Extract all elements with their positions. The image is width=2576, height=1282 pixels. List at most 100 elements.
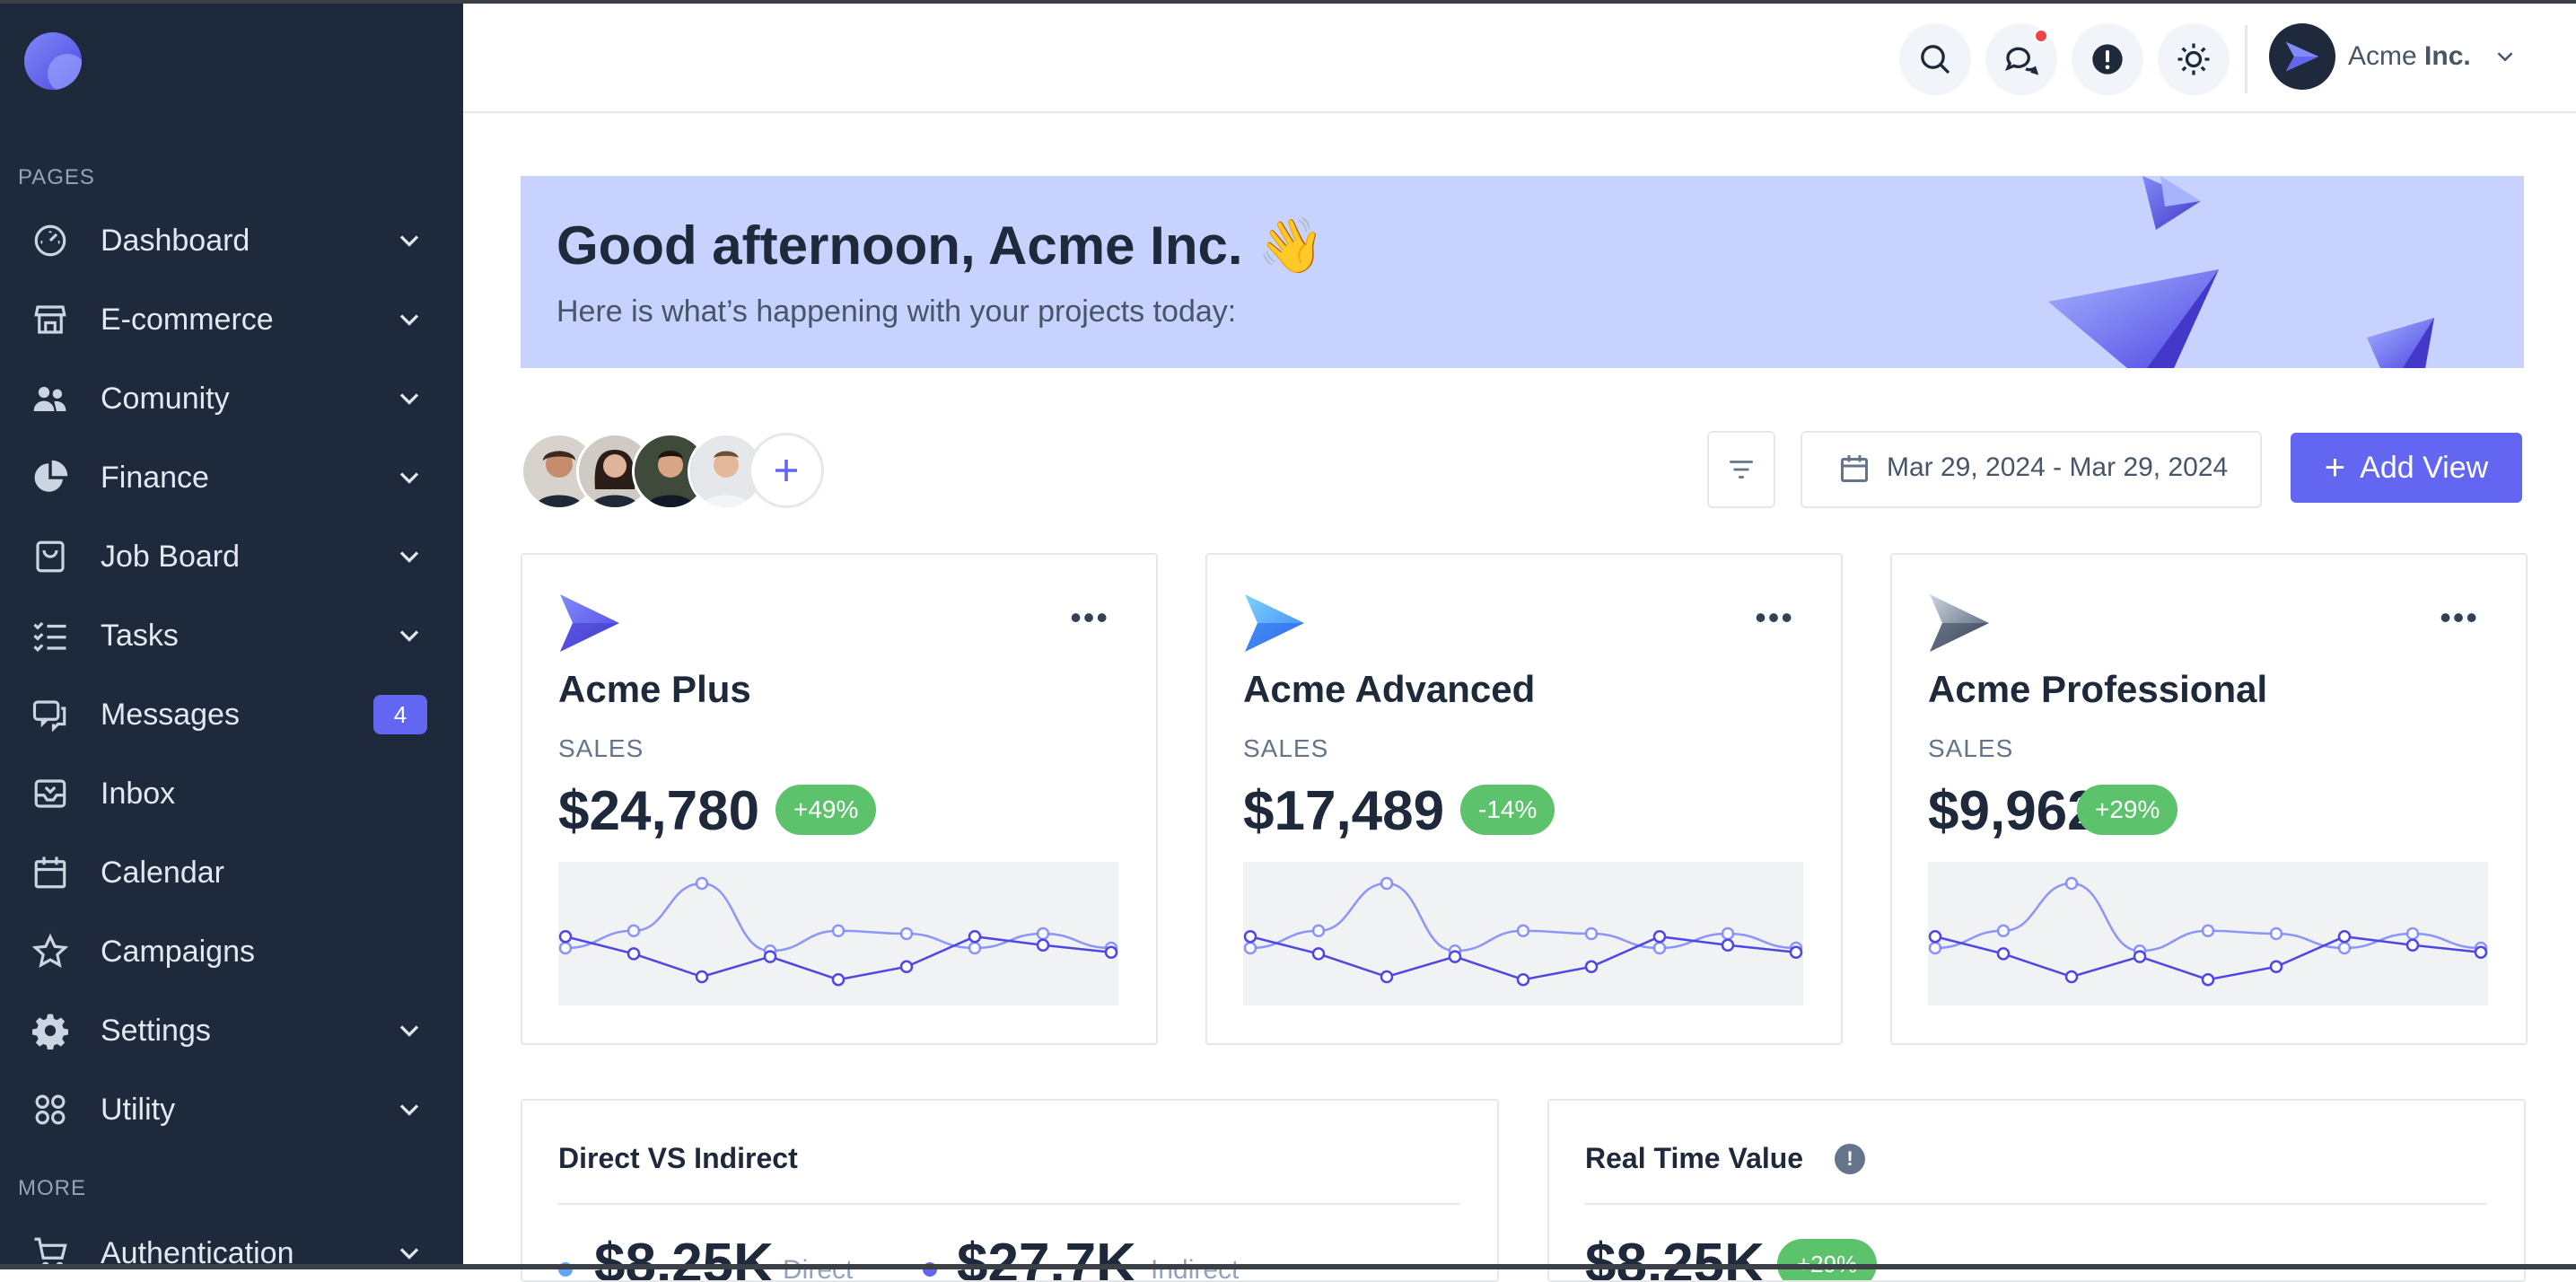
search-button[interactable] — [1899, 23, 1971, 95]
current-series-point — [1721, 938, 1735, 953]
chevron-down-icon[interactable] — [2492, 43, 2519, 70]
real-time-value-panel: Real Time Value ! $8.25K +29% — [1547, 1099, 2526, 1282]
card-title: Acme Plus — [558, 668, 751, 710]
sidebar-item-settings[interactable]: Settings — [0, 995, 463, 1067]
previous-series-line — [565, 882, 1112, 953]
add-view-button[interactable]: + Add View — [2291, 433, 2522, 503]
previous-series-point — [2064, 876, 2079, 891]
app-logo[interactable] — [24, 32, 82, 90]
filter-icon — [1730, 461, 1753, 479]
current-series-point — [2064, 970, 2079, 984]
sidebar-item-tasks[interactable]: Tasks — [0, 600, 463, 672]
previous-series-point — [1996, 924, 2011, 938]
more-options-icon[interactable]: ••• — [1755, 601, 1794, 634]
inbox-icon — [31, 774, 70, 813]
product-card-acme-professional: ••• Acme Professional SALES $9,962 +29% — [1890, 553, 2528, 1045]
previous-series-point — [1380, 876, 1394, 891]
paper-plane-icon — [1245, 594, 1304, 652]
user-name-regular: Acme — [2348, 41, 2425, 71]
previous-series-point — [2337, 941, 2352, 955]
users-icon — [31, 379, 70, 418]
sidebar-item-job-board[interactable]: Job Board — [0, 521, 463, 593]
current-series-point — [1996, 947, 2011, 961]
sun-icon — [2177, 43, 2210, 75]
previous-series-point — [2269, 926, 2283, 941]
section-label-pages: PAGES — [18, 165, 95, 189]
sidebar-item-messages[interactable]: Messages 4 — [0, 679, 463, 751]
unread-count-badge: 4 — [373, 695, 427, 734]
sidebar-item-label: Finance — [101, 460, 209, 495]
sidebar-item-campaigns[interactable]: Campaigns — [0, 916, 463, 988]
current-series-point — [831, 972, 846, 987]
star-icon — [31, 932, 70, 971]
paper-plane-icon — [2285, 41, 2319, 72]
previous-series-point — [968, 941, 982, 955]
search-icon — [1921, 45, 1950, 75]
current-series-point — [1652, 929, 1667, 944]
current-series-point — [968, 929, 982, 944]
team-avatars — [521, 433, 826, 510]
store-icon — [31, 300, 70, 339]
sidebar-item-dashboard[interactable]: Dashboard — [0, 205, 463, 277]
sidebar-item-label: Comunity — [101, 381, 230, 416]
chevron-down-icon — [399, 393, 419, 405]
previous-series-point — [626, 924, 641, 938]
sidebar-item-label: Job Board — [101, 539, 240, 574]
previous-series-point — [2405, 926, 2420, 941]
chevron-down-icon — [399, 630, 419, 642]
card-title: Acme Professional — [1928, 668, 2268, 710]
user-menu-label[interactable]: Acme Inc. — [2348, 41, 2471, 72]
card-value: $24,780 — [558, 780, 760, 842]
plus-icon: + — [2324, 447, 2346, 487]
filter-button[interactable] — [1707, 431, 1775, 508]
user-name-bold: Inc. — [2424, 41, 2471, 71]
change-badge: -14% — [1460, 785, 1555, 835]
previous-series-point — [1311, 924, 1326, 938]
current-series-point — [1243, 929, 1257, 944]
messages-button[interactable] — [1985, 23, 2057, 95]
theme-toggle-button[interactable] — [2158, 23, 2230, 95]
current-series-point — [899, 960, 914, 974]
current-series-point — [1311, 947, 1326, 961]
plus-icon — [775, 460, 797, 481]
card-title: Acme Advanced — [1243, 668, 1536, 710]
sales-sparkline — [558, 862, 1118, 1005]
current-series-point — [1584, 960, 1599, 974]
more-options-icon[interactable]: ••• — [1070, 601, 1109, 634]
previous-series-point — [558, 941, 573, 955]
user-avatar[interactable] — [2269, 23, 2335, 90]
calendar-icon — [31, 853, 70, 892]
current-series-point — [2405, 938, 2420, 953]
sidebar-item-label: Authentication — [101, 1235, 294, 1265]
sidebar-item-finance[interactable]: Finance — [0, 442, 463, 514]
direct-value: $8.25K — [594, 1233, 774, 1282]
panel-title: Real Time Value — [1585, 1142, 1804, 1174]
current-series-point — [1448, 950, 1462, 963]
cart-icon — [31, 1234, 70, 1264]
sidebar-item-utility[interactable]: Utility — [0, 1074, 463, 1146]
current-series-point — [1516, 972, 1530, 987]
sidebar-item-ecommerce[interactable]: E-commerce — [0, 284, 463, 356]
more-options-icon[interactable]: ••• — [2440, 601, 2479, 634]
gear-icon — [31, 1011, 70, 1050]
sidebar-item-label: Tasks — [101, 618, 179, 653]
current-series-point — [2337, 929, 2352, 944]
date-range-picker[interactable]: Mar 29, 2024 - Mar 29, 2024 — [1801, 431, 2262, 508]
chevron-down-icon — [399, 472, 419, 484]
change-badge: +29% — [2077, 785, 2178, 835]
add-member-button[interactable] — [749, 433, 824, 508]
sidebar-item-community[interactable]: Comunity — [0, 363, 463, 435]
real-time-value: $8.25K — [1585, 1233, 1765, 1282]
checklist-icon — [31, 616, 70, 655]
chat-icon — [2005, 47, 2039, 75]
sidebar-item-inbox[interactable]: Inbox — [0, 758, 463, 830]
previous-series-point — [1516, 924, 1530, 938]
welcome-title: Good afternoon, Acme Inc. 👋 — [556, 215, 1325, 276]
top-bar: Acme Inc. — [463, 4, 2576, 113]
sidebar-item-calendar[interactable]: Calendar — [0, 837, 463, 909]
current-series-point — [1104, 945, 1118, 960]
info-icon[interactable]: ! — [1835, 1144, 1865, 1174]
sidebar-item-authentication[interactable]: Authentication — [0, 1217, 463, 1264]
alerts-button[interactable] — [2072, 23, 2143, 95]
paper-plane-icon — [560, 594, 619, 652]
